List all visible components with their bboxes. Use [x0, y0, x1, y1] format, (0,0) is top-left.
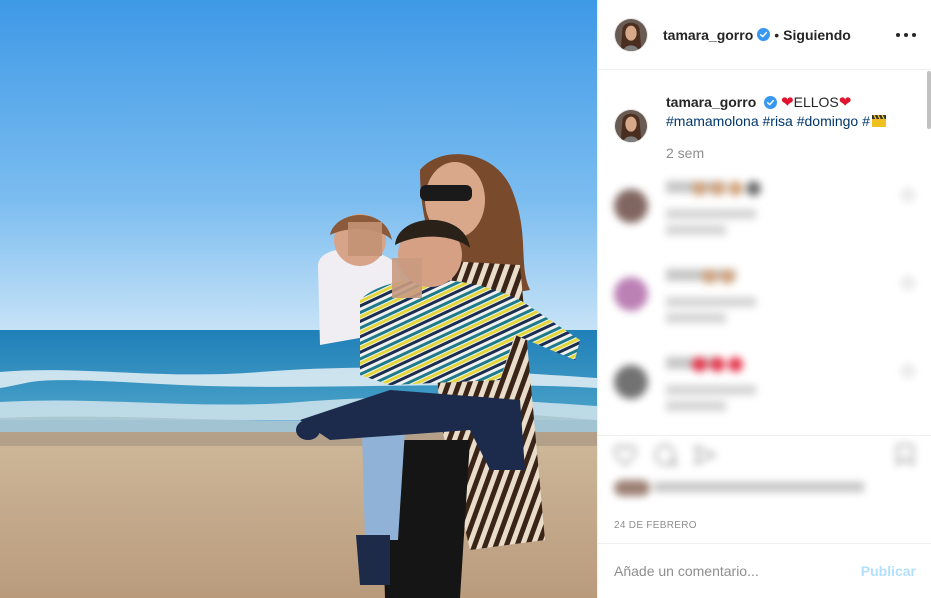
emoji	[702, 269, 717, 284]
comment-icon[interactable]	[652, 442, 678, 468]
avatar-image	[615, 110, 647, 142]
post-header: tamara_gorro • Siguiendo	[598, 0, 931, 70]
dot-1	[896, 33, 900, 37]
comment-emojis	[702, 269, 735, 284]
avatar-image	[615, 18, 647, 51]
emoji	[746, 181, 761, 196]
comment-meta	[666, 297, 756, 307]
emoji	[710, 357, 725, 372]
verified-badge-icon	[757, 28, 771, 41]
instagram-post: tamara_gorro • Siguiendo tamara_gorro ❤E…	[0, 0, 931, 598]
caption-username[interactable]: tamara_gorro	[666, 94, 756, 110]
emoji	[710, 181, 725, 196]
post-date[interactable]: 24 DE FEBRERO	[614, 520, 697, 531]
caption-hashtags[interactable]: #mamamolona #risa #domingo #	[666, 113, 870, 129]
reply-button[interactable]	[666, 225, 726, 235]
post-actions: 24 DE FEBRERO	[598, 435, 931, 543]
comment-meta	[666, 385, 756, 395]
comment-like-icon[interactable]	[902, 365, 914, 377]
comment-input[interactable]: Añade un comentario...	[614, 563, 861, 579]
header-username[interactable]: tamara_gorro	[663, 27, 753, 43]
side-panel: tamara_gorro • Siguiendo tamara_gorro ❤E…	[597, 0, 931, 598]
post-photo[interactable]	[0, 0, 597, 598]
caption-time-ago[interactable]: 2 sem	[666, 145, 704, 161]
heart-emoji-2: ❤	[838, 94, 852, 111]
comment-meta	[666, 209, 756, 219]
more-dots-icon[interactable]	[896, 25, 916, 45]
heart-emoji: ❤	[781, 94, 794, 111]
clapper-board-icon	[871, 114, 886, 127]
emoji	[720, 269, 735, 284]
emoji	[728, 181, 743, 196]
emoji	[692, 181, 707, 196]
commenter-avatar[interactable]	[614, 365, 648, 399]
comment-row	[614, 267, 914, 337]
likes-summary[interactable]	[614, 480, 864, 496]
comment-row	[614, 179, 914, 249]
heart-outline-icon[interactable]	[612, 442, 638, 468]
caption-avatar[interactable]	[614, 109, 648, 143]
comment-emojis	[692, 181, 761, 196]
bookmark-icon[interactable]	[892, 442, 918, 468]
reply-button[interactable]	[666, 401, 726, 411]
commenter-avatar[interactable]	[614, 277, 648, 311]
comment-like-icon[interactable]	[902, 277, 914, 289]
dot-3	[912, 33, 916, 37]
emoji	[692, 357, 707, 372]
share-icon[interactable]	[692, 442, 718, 468]
dot-2	[904, 33, 908, 37]
emoji	[728, 357, 743, 372]
comment-row	[614, 355, 914, 425]
comment-like-icon[interactable]	[902, 189, 914, 201]
comment-composer: Añade un comentario... Publicar	[598, 543, 931, 598]
following-button[interactable]: Siguiendo	[783, 27, 851, 43]
caption-text: tamara_gorro ❤ELLOS❤ #mamamolona #risa #…	[666, 93, 926, 130]
verified-badge-icon	[764, 96, 778, 109]
action-icons	[612, 442, 718, 468]
avatar[interactable]	[614, 17, 648, 52]
publish-button[interactable]: Publicar	[861, 563, 916, 579]
commenter-avatar[interactable]	[614, 189, 648, 223]
separator-dot: •	[774, 26, 780, 43]
comments-list[interactable]: tamara_gorro ❤ELLOS❤ #mamamolona #risa #…	[598, 71, 931, 435]
scrollbar[interactable]	[927, 71, 931, 129]
beach-photo	[0, 0, 597, 598]
comment-emojis	[692, 357, 743, 372]
reply-button[interactable]	[666, 313, 726, 323]
caption-body: ELLOS	[793, 94, 839, 110]
